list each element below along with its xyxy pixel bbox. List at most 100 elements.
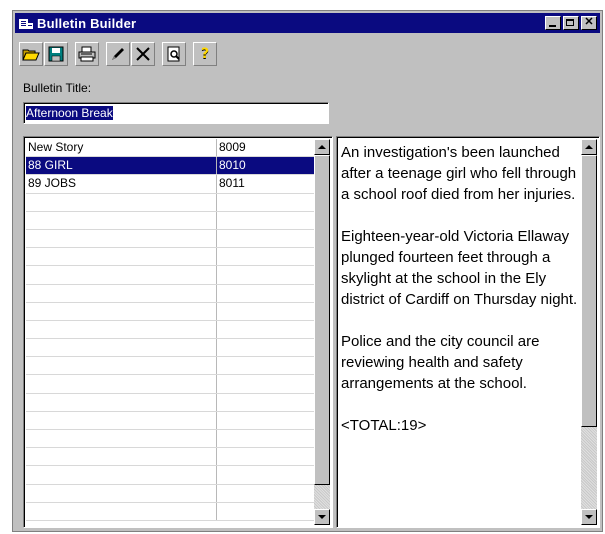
scroll-thumb[interactable] (314, 155, 330, 485)
story-id-cell (217, 212, 314, 229)
story-id-cell (217, 285, 314, 302)
empty-row[interactable] (26, 266, 314, 285)
text-scroll-up-button[interactable] (581, 139, 597, 155)
bulletin-builder-window: Bulletin Builder ✕ ?? Bulletin Title: Af… (12, 10, 603, 532)
story-list[interactable]: New Story 8009 88 GIRL 8010 89 JOBS 8011 (23, 136, 333, 528)
print-button[interactable] (75, 42, 99, 66)
story-name-cell (26, 375, 217, 393)
text-scroll-down-button[interactable] (581, 509, 597, 525)
save-icon (48, 46, 64, 62)
story-id-cell: 8009 (219, 140, 246, 154)
story-id-cell (217, 412, 314, 429)
story-name-cell (26, 229, 217, 248)
story-id-cell (217, 248, 314, 265)
empty-row[interactable] (26, 448, 314, 467)
empty-row[interactable] (26, 211, 314, 230)
svg-text:?: ? (201, 46, 209, 62)
help-button[interactable]: ?? (193, 42, 217, 66)
empty-row[interactable] (26, 302, 314, 321)
print-icon (78, 46, 96, 62)
edit-button[interactable] (106, 42, 130, 66)
empty-row[interactable] (26, 248, 314, 267)
app-icon (19, 17, 33, 29)
empty-row[interactable] (26, 375, 314, 394)
story-name-cell (26, 266, 217, 284)
empty-row[interactable] (26, 339, 314, 358)
empty-row[interactable] (26, 484, 314, 503)
story-name-cell (26, 411, 217, 429)
story-id-cell (217, 503, 314, 520)
text-scroll-thumb[interactable] (581, 155, 597, 427)
print-preview-icon (167, 46, 180, 62)
story-name-cell (26, 357, 217, 375)
story-name-cell (26, 466, 217, 484)
bulletin-title-value: Afternoon Break (26, 106, 113, 120)
empty-row[interactable] (26, 193, 314, 212)
story-name-cell (26, 302, 217, 320)
story-name-cell: 88 GIRL (26, 157, 217, 175)
title-bar[interactable]: Bulletin Builder ✕ (15, 13, 600, 33)
story-id-cell (217, 485, 314, 502)
story-name-cell (26, 484, 217, 502)
story-id-cell (217, 430, 314, 447)
empty-row[interactable] (26, 502, 314, 521)
window-title: Bulletin Builder (37, 15, 137, 31)
empty-row[interactable] (26, 393, 314, 412)
scroll-up-button[interactable] (314, 139, 330, 155)
story-id-cell (217, 375, 314, 392)
scroll-down-button[interactable] (314, 509, 330, 525)
story-id-cell: 8011 (219, 176, 245, 191)
empty-row[interactable] (26, 229, 314, 249)
story-row[interactable]: 89 JOBS 8011 (26, 175, 314, 194)
story-id-cell (217, 339, 314, 356)
story-id-cell (217, 321, 314, 338)
story-name-cell (26, 284, 217, 302)
preview-button[interactable] (162, 42, 186, 66)
story-name-cell (26, 430, 217, 448)
maximize-button[interactable] (563, 16, 579, 30)
empty-row[interactable] (26, 320, 314, 340)
bulletin-title-label: Bulletin Title: (23, 81, 92, 95)
story-list-scrollbar[interactable] (314, 139, 330, 525)
empty-row[interactable] (26, 357, 314, 376)
empty-row[interactable] (26, 411, 314, 430)
story-paragraph: An investigation's been launched after a… (341, 144, 577, 203)
story-name-cell: 89 JOBS (26, 175, 217, 193)
story-text-area[interactable]: An investigation's been launched after a… (336, 136, 600, 528)
story-paragraph: <TOTAL:19> (341, 417, 427, 434)
story-id-cell (217, 194, 314, 211)
minimize-button[interactable] (545, 16, 561, 30)
story-id-cell (217, 357, 314, 374)
help-icon: ?? (201, 46, 209, 62)
story-paragraph: Eighteen-year-old Victoria Ellaway plung… (341, 228, 578, 308)
edit-pencil-icon (112, 48, 124, 60)
toolbar: ?? (19, 39, 218, 69)
close-button[interactable]: ✕ (581, 16, 597, 30)
story-name-cell: New Story (26, 139, 217, 157)
open-button[interactable] (19, 42, 43, 66)
story-id-cell (217, 466, 314, 483)
story-name-cell (26, 211, 217, 229)
delete-x-icon (136, 47, 150, 61)
story-id-cell (217, 266, 314, 283)
story-id-cell: 8010 (219, 158, 246, 173)
story-row[interactable]: New Story 8009 (26, 139, 314, 158)
story-id-cell (217, 303, 314, 320)
bulletin-title-input[interactable]: Afternoon Break (23, 102, 329, 124)
story-id-cell (217, 394, 314, 411)
delete-button[interactable] (131, 42, 155, 66)
empty-row[interactable] (26, 430, 314, 449)
story-row[interactable]: 88 GIRL 8010 (26, 157, 314, 176)
story-name-cell (26, 448, 217, 466)
open-folder-icon (22, 49, 40, 61)
empty-row[interactable] (26, 284, 314, 303)
save-button[interactable] (44, 42, 68, 66)
empty-row[interactable] (26, 466, 314, 485)
story-name-cell (26, 502, 217, 520)
story-name-cell (26, 393, 217, 411)
story-name-cell (26, 339, 217, 357)
story-name-cell (26, 193, 217, 211)
story-text-scrollbar[interactable] (581, 139, 597, 525)
story-name-cell (26, 320, 217, 339)
story-id-cell (217, 448, 314, 465)
